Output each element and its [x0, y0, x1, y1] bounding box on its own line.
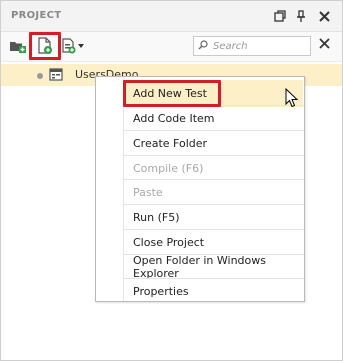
mouse-cursor-icon [285, 88, 299, 108]
pin-icon[interactable] [294, 9, 308, 23]
project-icon [49, 68, 63, 81]
close-icon[interactable] [317, 9, 331, 23]
menu-item-run[interactable]: Run (F5) [124, 204, 304, 229]
project-panel: PROJECT Search UsersDemo Add New Test Ad… [0, 0, 343, 361]
restore-icon[interactable] [273, 9, 287, 23]
menu-gutter [96, 77, 124, 301]
menu-item-properties[interactable]: Properties [124, 278, 304, 303]
menu-item-create-folder[interactable]: Create Folder [124, 130, 304, 155]
add-new-test-highlight [123, 80, 221, 107]
menu-item-close-project[interactable]: Close Project [124, 229, 304, 254]
panel-titlebar: PROJECT [1, 1, 342, 32]
search-box[interactable] [193, 36, 311, 56]
menu-item-open-folder-explorer[interactable]: Open Folder in Windows Explorer [124, 254, 304, 280]
context-menu: Add New Test Add Code Item Create Folder… [95, 76, 305, 302]
menu-item-paste: Paste [124, 179, 304, 204]
panel-title: PROJECT [11, 10, 62, 21]
open-folder-icon[interactable] [9, 36, 27, 56]
menu-item-compile: Compile (F6) [124, 155, 304, 180]
menu-item-add-code-item[interactable]: Add Code Item [124, 105, 304, 130]
search-input[interactable] [211, 39, 307, 53]
status-dot-icon [37, 73, 43, 79]
search-icon [198, 39, 208, 53]
clear-search-icon[interactable] [319, 38, 330, 53]
new-code-item-icon[interactable] [62, 36, 86, 56]
new-test-highlight [29, 32, 61, 60]
